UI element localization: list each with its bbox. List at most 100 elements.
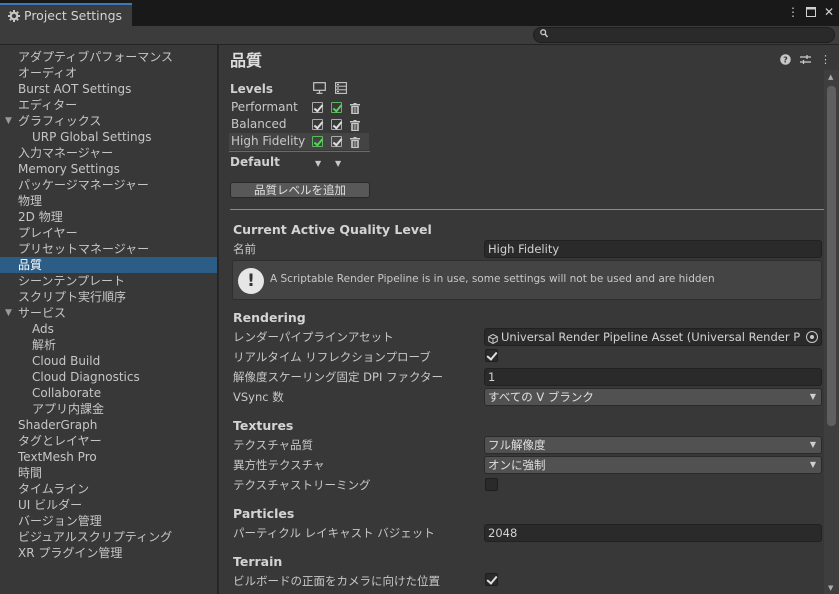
add-quality-level-button[interactable]: 品質レベルを追加 — [230, 182, 370, 198]
quality-settings-panel: 品質 ? ⋮ Levels Performant Balanced High Fid… — [219, 45, 839, 594]
levels-platform-icons — [313, 82, 347, 97]
sidebar-item[interactable]: 物理 — [0, 193, 217, 209]
texture-quality-dropdown[interactable]: フル解像度 ▼ — [484, 436, 822, 454]
realtime-reflection-checkbox[interactable] — [485, 349, 498, 362]
scroll-thumb[interactable] — [827, 86, 836, 426]
delete-level-icon[interactable] — [350, 119, 360, 131]
sidebar-item[interactable]: プレイヤー — [0, 225, 217, 241]
sidebar-item-label: ビジュアルスクリプティング — [18, 530, 173, 544]
sidebar-item[interactable]: ▼ グラフィックス — [0, 113, 217, 129]
billboard-checkbox[interactable] — [485, 573, 498, 586]
sidebar-item[interactable]: Memory Settings — [0, 161, 217, 177]
tab-project-settings[interactable]: Project Settings — [0, 3, 132, 26]
sidebar-item[interactable]: タグとレイヤー — [0, 433, 217, 449]
delete-level-icon[interactable] — [350, 102, 360, 114]
sidebar-item[interactable]: 解析 — [0, 337, 217, 353]
quality-level-row[interactable]: Balanced — [229, 116, 369, 133]
section-divider — [230, 209, 826, 210]
raycast-budget-field[interactable]: 2048 — [484, 524, 822, 542]
sidebar-item[interactable]: ビジュアルスクリプティング — [0, 529, 217, 545]
help-icon[interactable]: ? — [780, 53, 791, 65]
sidebar-item[interactable]: XR プラグイン管理 — [0, 545, 217, 561]
warning-icon: ! — [238, 268, 264, 294]
sidebar-item[interactable]: バージョン管理 — [0, 513, 217, 529]
sidebar-item[interactable]: 入力マネージャー — [0, 145, 217, 161]
sidebar-item-label: 2D 物理 — [18, 210, 63, 224]
default-server-dropdown-icon[interactable]: ▼ — [335, 159, 341, 168]
standalone-checkbox[interactable] — [312, 119, 323, 130]
sidebar-item[interactable]: 時間 — [0, 465, 217, 481]
sidebar-item-label: エディター — [18, 98, 78, 112]
chevron-down-icon: ▼ — [809, 440, 816, 449]
particles-header: Particles — [233, 506, 295, 521]
maximize-icon[interactable] — [805, 5, 817, 19]
scroll-up-icon[interactable]: ▲ — [828, 73, 833, 81]
sidebar-item-label: Memory Settings — [18, 162, 120, 176]
name-field[interactable]: High Fidelity — [484, 240, 822, 258]
sidebar-item[interactable]: タイムライン — [0, 481, 217, 497]
chevron-down-icon: ▼ — [809, 460, 816, 469]
sidebar-item[interactable]: 2D 物理 — [0, 209, 217, 225]
sidebar-item[interactable]: オーディオ — [0, 65, 217, 81]
expand-triangle-icon[interactable]: ▼ — [5, 305, 12, 321]
srp-warning-box: ! A Scriptable Render Pipeline is in use… — [232, 260, 822, 300]
dpi-factor-field[interactable]: 1 — [484, 368, 822, 386]
settings-sidebar: アダプティブパフォーマンス オーディオ Burst AOT Settings エディタ… — [0, 45, 218, 594]
asset-icon — [488, 332, 498, 345]
delete-level-icon[interactable] — [350, 136, 360, 148]
sidebar-item[interactable]: アダプティブパフォーマンス — [0, 49, 217, 65]
header-icons: ? ⋮ — [780, 53, 831, 66]
quality-level-row[interactable]: Performant — [229, 99, 369, 116]
sidebar-item-label: Ads — [32, 322, 54, 336]
sidebar-item[interactable]: シーンテンプレート — [0, 273, 217, 289]
sidebar-item[interactable]: URP Global Settings — [0, 129, 217, 145]
standalone-checkbox[interactable] — [312, 102, 323, 113]
current-level-header: Current Active Quality Level — [233, 222, 432, 237]
anisotropic-dropdown[interactable]: オンに強制 ▼ — [484, 456, 822, 474]
sidebar-item-label: アダプティブパフォーマンス — [18, 50, 174, 64]
standalone-icon — [313, 82, 326, 97]
standalone-checkbox[interactable] — [312, 136, 323, 147]
search-input[interactable] — [533, 27, 835, 43]
pipeline-asset-field[interactable]: Universal Render Pipeline Asset (Univers… — [484, 328, 822, 346]
sidebar-item[interactable]: 品質 — [0, 257, 217, 273]
preset-icon[interactable] — [800, 53, 811, 65]
server-checkbox[interactable] — [331, 102, 342, 113]
sidebar-item-label: オーディオ — [18, 66, 78, 80]
vsync-label: VSync 数 — [233, 390, 284, 404]
sidebar-item[interactable]: TextMesh Pro — [0, 449, 217, 465]
sidebar-item-label: ShaderGraph — [18, 418, 98, 432]
server-checkbox[interactable] — [331, 136, 342, 147]
texture-quality-label: テクスチャ品質 — [233, 438, 314, 452]
sidebar-item[interactable]: UI ビルダー — [0, 497, 217, 513]
sidebar-item[interactable]: パッケージマネージャー — [0, 177, 217, 193]
sidebar-item[interactable]: スクリプト実行順序 — [0, 289, 217, 305]
server-checkbox[interactable] — [331, 119, 342, 130]
texture-streaming-checkbox[interactable] — [485, 478, 498, 491]
sidebar-item[interactable]: エディター — [0, 97, 217, 113]
sidebar-item-label: タイムライン — [18, 482, 90, 496]
sidebar-item[interactable]: Cloud Diagnostics — [0, 369, 217, 385]
scroll-down-icon[interactable]: ▼ — [828, 584, 833, 592]
window-controls: ⋮ ✕ — [787, 5, 835, 19]
object-picker-icon[interactable] — [806, 331, 818, 343]
sidebar-item[interactable]: アプリ内課金 — [0, 401, 217, 417]
more-options-icon[interactable]: ⋮ — [820, 53, 831, 66]
sidebar-item[interactable]: Ads — [0, 321, 217, 337]
sidebar-item[interactable]: Burst AOT Settings — [0, 81, 217, 97]
sidebar-item[interactable]: ShaderGraph — [0, 417, 217, 433]
sidebar-item[interactable]: Cloud Build — [0, 353, 217, 369]
expand-triangle-icon[interactable]: ▼ — [5, 113, 12, 129]
sidebar-item[interactable]: ▼ サービス — [0, 305, 217, 321]
sidebar-item[interactable]: Collaborate — [0, 385, 217, 401]
close-icon[interactable]: ✕ — [823, 5, 835, 19]
sidebar-item-label: 入力マネージャー — [18, 146, 114, 160]
vertical-scrollbar[interactable]: ▲ ▼ — [824, 70, 839, 594]
sidebar-item[interactable]: プリセットマネージャー — [0, 241, 217, 257]
default-standalone-dropdown-icon[interactable]: ▼ — [315, 159, 321, 168]
more-menu-icon[interactable]: ⋮ — [787, 5, 799, 19]
gear-icon — [8, 9, 20, 22]
quality-level-row[interactable]: High Fidelity — [229, 133, 369, 150]
vsync-dropdown[interactable]: すべての V ブランク ▼ — [484, 388, 822, 406]
quality-level-name: Balanced — [231, 117, 287, 131]
